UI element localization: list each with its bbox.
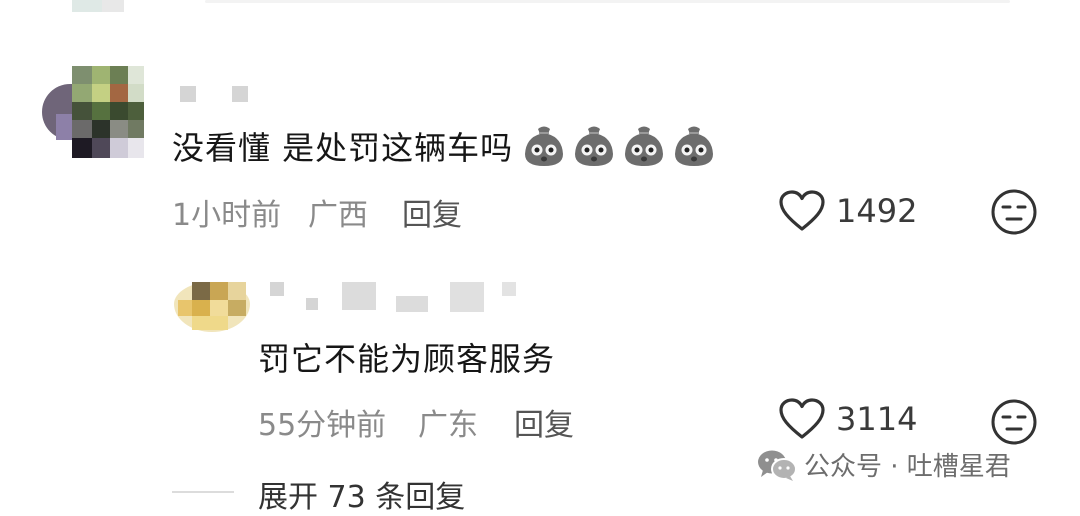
comment-time: 1小时前	[172, 198, 282, 233]
watermark: 公众号 · 吐槽星君	[756, 446, 1011, 483]
previous-item-divider	[205, 0, 1010, 3]
reply-location: 广东	[418, 408, 478, 443]
flushed-pouch-emoji-icon	[575, 126, 614, 166]
watermark-text: 公众号 · 吐槽星君	[804, 452, 1011, 482]
avatar[interactable]	[42, 66, 144, 158]
like-count: 1492	[836, 192, 918, 230]
unamused-face-icon[interactable]	[990, 398, 1038, 446]
like-count: 3114	[836, 400, 918, 438]
expand-replies-button[interactable]: 展开 73 条回复	[258, 472, 465, 516]
wechat-icon	[758, 450, 797, 481]
heart-outline-icon[interactable]	[778, 398, 826, 440]
comment-location: 广西	[308, 198, 368, 233]
reply-time: 55分钟前	[258, 408, 387, 443]
comment-text: 没看懂 是处罚这辆车吗	[172, 129, 514, 167]
reply-avatar[interactable]	[174, 282, 250, 332]
flushed-pouch-emoji-icon	[675, 126, 714, 166]
flushed-pouch-emoji-icon	[625, 126, 664, 166]
previous-avatar-remnant	[72, 0, 124, 12]
unamused-face-icon[interactable]	[990, 188, 1038, 236]
heart-outline-icon[interactable]	[778, 190, 826, 232]
comment-body: 没看懂 是处罚这辆车吗	[172, 124, 717, 168]
reply-button[interactable]: 回复	[402, 190, 462, 234]
flushed-pouch-emoji-icon	[525, 126, 564, 166]
reply-button[interactable]: 回复	[514, 400, 574, 444]
emoji-group	[521, 124, 717, 168]
reply-username-masked[interactable]	[270, 282, 530, 316]
username-masked[interactable]	[180, 86, 260, 104]
expand-divider	[172, 491, 234, 493]
reply-text: 罚它不能为顾客服务	[258, 340, 556, 378]
